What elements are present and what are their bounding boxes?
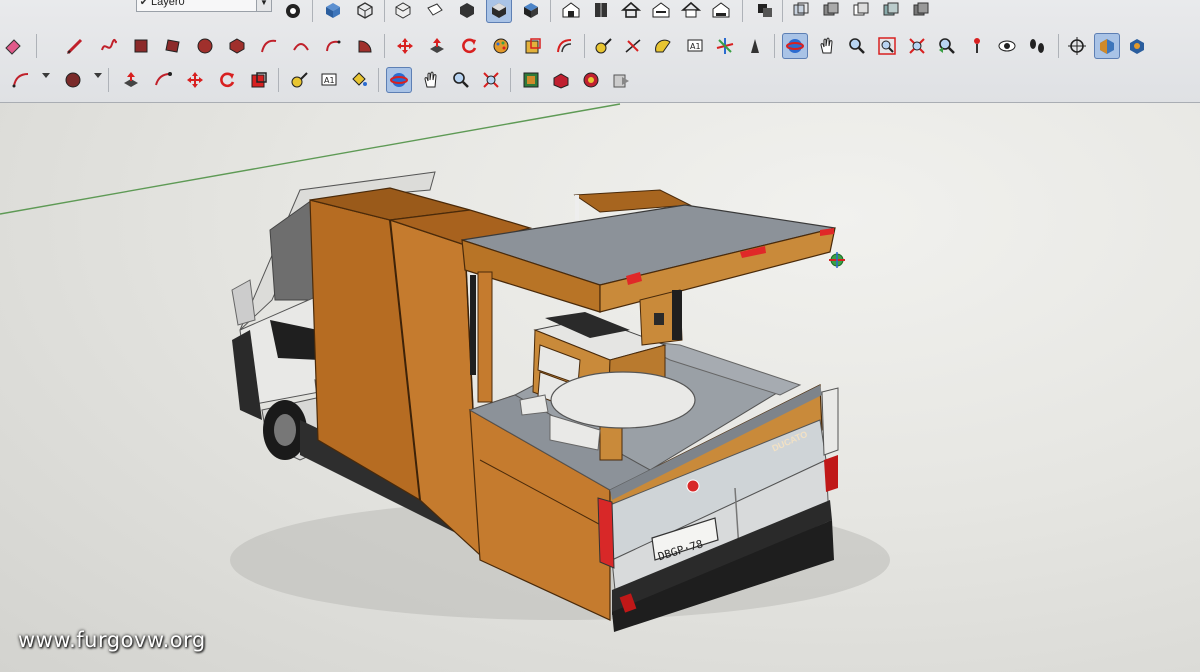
section-plane-icon[interactable] — [1064, 33, 1090, 59]
two-point-arc-icon[interactable] — [288, 33, 314, 59]
position-camera-icon[interactable] — [964, 33, 990, 59]
book-icon[interactable] — [588, 0, 614, 23]
eraser-icon[interactable] — [0, 33, 26, 59]
toolbar-row-views: ✔ Layer0 ▼ — [0, 0, 1200, 26]
zoom-extents-icon[interactable] — [904, 33, 930, 59]
shaded-icon[interactable] — [878, 0, 904, 23]
model-axis-gizmo-icon[interactable] — [829, 252, 845, 268]
chevron-down-icon[interactable] — [42, 73, 50, 78]
offset-icon[interactable] — [552, 33, 578, 59]
dimension-icon[interactable] — [620, 33, 646, 59]
warehouse-tool-icon[interactable] — [518, 67, 544, 93]
3d-box-wire-icon[interactable] — [352, 0, 378, 23]
arc-tool-icon[interactable] — [8, 67, 34, 93]
drawing-viewport[interactable]: DBGP·78 DUCATO — [0, 103, 1200, 672]
zoom-window-icon[interactable] — [874, 33, 900, 59]
extension-warehouse-icon[interactable] — [548, 67, 574, 93]
scale-icon[interactable] — [520, 33, 546, 59]
front-view-icon[interactable] — [454, 0, 480, 23]
layer-manager-icon[interactable] — [280, 0, 306, 23]
camper-van-3d-model: DBGP·78 DUCATO — [0, 103, 890, 632]
rotate-tool-icon[interactable] — [214, 67, 240, 93]
three-point-arc-icon[interactable] — [320, 33, 346, 59]
shape-dropdown-icon[interactable] — [60, 67, 86, 93]
right-view-icon[interactable] — [486, 0, 512, 23]
warehouse-icon[interactable] — [558, 0, 584, 23]
previous-view-icon[interactable] — [934, 33, 960, 59]
polygon-icon[interactable] — [224, 33, 250, 59]
xray-icon[interactable] — [788, 0, 814, 23]
pie-icon[interactable] — [352, 33, 378, 59]
pan-tool-icon[interactable] — [418, 67, 444, 93]
toolbar-row-tools: A1 — [0, 64, 1200, 96]
house-up-icon[interactable] — [648, 0, 674, 23]
back-view-icon[interactable] — [518, 0, 544, 23]
layer-dropdown[interactable]: ✔ Layer0 ▼ — [136, 0, 272, 12]
follow-me-icon[interactable] — [488, 33, 514, 59]
text-icon[interactable]: A1 — [682, 33, 708, 59]
tape-tool-icon[interactable] — [286, 67, 312, 93]
tape-measure-icon[interactable] — [590, 33, 616, 59]
scale-tool-icon[interactable] — [246, 67, 272, 93]
push-pull-icon[interactable] — [424, 33, 450, 59]
axes-icon[interactable] — [712, 33, 738, 59]
wireframe-icon[interactable] — [818, 0, 844, 23]
toolbar-row-draw: A1 — [0, 30, 1200, 62]
layer-visible-check-icon: ✔ — [139, 0, 149, 8]
iso-view-icon[interactable] — [390, 0, 416, 23]
rectangle-icon[interactable] — [128, 33, 154, 59]
zoom-tool-icon[interactable] — [448, 67, 474, 93]
move-tool-icon[interactable] — [182, 67, 208, 93]
top-view-icon[interactable] — [422, 0, 448, 23]
house-down-icon[interactable] — [708, 0, 734, 23]
walk-icon[interactable] — [1024, 33, 1050, 59]
svg-text:A1: A1 — [690, 42, 701, 51]
text-tool-icon[interactable]: A1 — [316, 67, 342, 93]
pan-icon[interactable] — [814, 33, 840, 59]
layer-dropdown-value: Layer0 — [151, 0, 185, 8]
freehand-icon[interactable] — [96, 33, 122, 59]
pencil-icon[interactable] — [62, 33, 88, 59]
rotated-rectangle-icon[interactable] — [160, 33, 186, 59]
3d-box-icon[interactable] — [320, 0, 346, 23]
protractor-icon[interactable] — [650, 33, 676, 59]
house-outline-icon[interactable] — [678, 0, 704, 23]
3d-text-icon[interactable] — [742, 33, 768, 59]
circle-icon[interactable] — [192, 33, 218, 59]
svg-text:A1: A1 — [324, 76, 335, 85]
chevron-down-icon[interactable] — [94, 73, 102, 78]
layout-send-icon[interactable] — [608, 67, 634, 93]
toolbar-area: ✔ Layer0 ▼ A1 A1 — [0, 0, 1200, 103]
extension-manager-icon[interactable] — [578, 67, 604, 93]
paint-bucket-icon[interactable] — [346, 67, 372, 93]
orbit-tool-icon[interactable] — [386, 67, 412, 93]
look-around-icon[interactable] — [994, 33, 1020, 59]
textured-icon[interactable] — [908, 0, 934, 23]
display-section-planes-icon[interactable] — [1094, 33, 1120, 59]
rotate-icon[interactable] — [456, 33, 482, 59]
site-watermark: www.furgovw.org — [18, 628, 206, 652]
chevron-down-icon[interactable]: ▼ — [256, 0, 271, 11]
orbit-icon[interactable] — [782, 33, 808, 59]
display-section-cuts-icon[interactable] — [1124, 33, 1150, 59]
house-icon[interactable] — [618, 0, 644, 23]
move-alt-icon[interactable] — [150, 67, 176, 93]
section-cut-icon[interactable] — [752, 0, 778, 23]
push-pull-tool-icon[interactable] — [118, 67, 144, 93]
hidden-line-icon[interactable] — [848, 0, 874, 23]
zoom-extents-tool-icon[interactable] — [478, 67, 504, 93]
zoom-icon[interactable] — [844, 33, 870, 59]
move-icon[interactable] — [392, 33, 418, 59]
arc-icon[interactable] — [256, 33, 282, 59]
